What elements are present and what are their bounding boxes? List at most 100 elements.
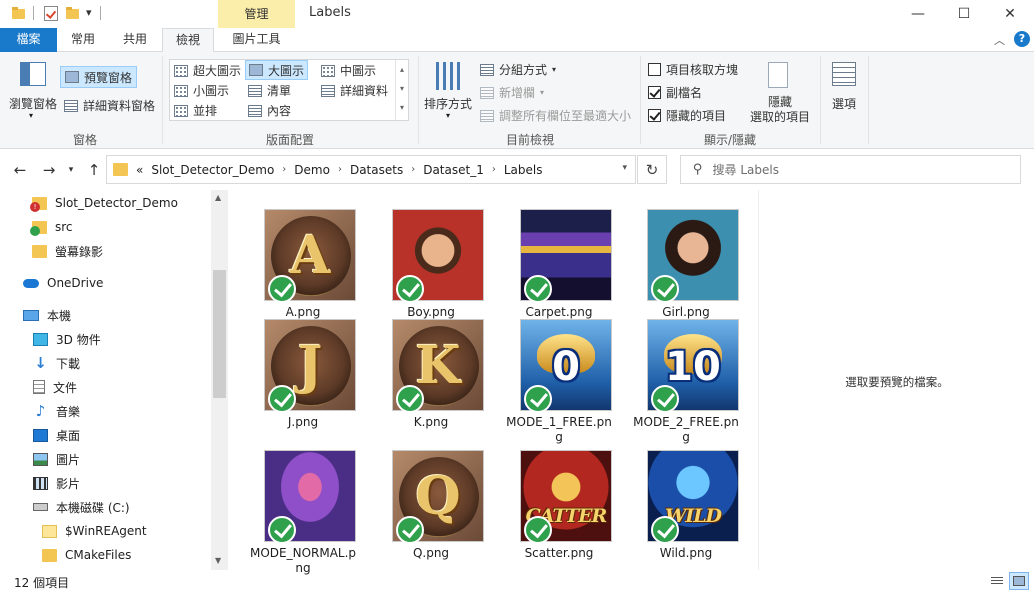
address-bar[interactable]: « Slot_Detector_Demo › Demo › Datasets ›… bbox=[106, 155, 636, 184]
file-item[interactable]: Q Q.png bbox=[376, 450, 486, 568]
status-bar: 12 個項目 bbox=[0, 570, 1034, 593]
nav-item-label: src bbox=[55, 220, 73, 234]
forward-button[interactable]: → bbox=[38, 159, 60, 181]
collapse-ribbon-icon[interactable]: ︿ bbox=[994, 32, 1005, 48]
breadcrumb-item[interactable]: Dataset_1 bbox=[423, 163, 484, 177]
file-item[interactable]: A A.png bbox=[248, 209, 358, 327]
thumbnail-number: 10 bbox=[665, 344, 721, 390]
nav-item-this-pc[interactable]: 本機 bbox=[23, 303, 71, 327]
nav-item-desktop[interactable]: 桌面 bbox=[33, 423, 80, 447]
quick-access-dropdown-icon[interactable]: ▾ bbox=[86, 6, 92, 19]
details-view-button[interactable] bbox=[987, 572, 1007, 590]
maximize-button[interactable]: ☐ bbox=[941, 0, 987, 28]
nav-item-slot-detector-demo[interactable]: ! Slot_Detector_Demo bbox=[30, 191, 178, 215]
refresh-button[interactable]: ↻ bbox=[637, 155, 667, 184]
back-button[interactable]: ← bbox=[9, 159, 31, 181]
up-button[interactable]: ↑ bbox=[83, 159, 105, 181]
breadcrumb-item[interactable]: Labels bbox=[504, 163, 543, 177]
hide-selected-items-button[interactable]: 隱藏 選取的項目 bbox=[748, 58, 812, 126]
layout-large-icons[interactable]: 大圖示 bbox=[245, 60, 309, 80]
nav-item-3d-objects[interactable]: 3D 物件 bbox=[33, 327, 101, 351]
file-item[interactable]: MODE_NORMAL.png bbox=[248, 450, 358, 575]
file-item[interactable]: CATTER Scatter.png bbox=[504, 450, 614, 568]
breadcrumb-separator-icon[interactable]: › bbox=[411, 164, 415, 175]
breadcrumb-item[interactable]: Datasets bbox=[350, 163, 403, 177]
breadcrumb-overflow[interactable]: « bbox=[136, 163, 143, 177]
close-button[interactable]: ✕ bbox=[987, 0, 1033, 28]
help-icon[interactable]: ? bbox=[1014, 31, 1030, 47]
nav-item-music[interactable]: ♪ 音樂 bbox=[33, 399, 80, 423]
file-item[interactable]: 10 MODE_2_FREE.png bbox=[631, 319, 741, 444]
nav-item-pictures[interactable]: 圖片 bbox=[33, 447, 80, 471]
tab-share[interactable]: 共用 bbox=[109, 28, 161, 52]
file-item[interactable]: Boy.png bbox=[376, 209, 486, 327]
layout-content[interactable]: 內容 bbox=[248, 102, 291, 119]
hidden-items-toggle[interactable]: 隱藏的項目 bbox=[648, 107, 726, 124]
file-name-extensions-toggle[interactable]: 副檔名 bbox=[648, 84, 702, 101]
details-pane-button[interactable]: 詳細資料窗格 bbox=[64, 97, 155, 114]
checkbox[interactable] bbox=[648, 63, 661, 76]
layout-gallery-scroll[interactable]: ▴ ▾ ▾ bbox=[395, 60, 408, 120]
add-columns-button[interactable]: 新增欄 ▾ bbox=[480, 84, 544, 101]
layout-tiles[interactable]: 並排 bbox=[174, 102, 217, 119]
tab-file[interactable]: 檔案 bbox=[0, 28, 57, 52]
nav-item-downloads[interactable]: ↓ 下載 bbox=[33, 351, 80, 375]
search-input[interactable] bbox=[712, 162, 1003, 177]
nav-item-videos[interactable]: 影片 bbox=[33, 471, 80, 495]
preview-pane-button[interactable]: 預覽窗格 bbox=[60, 66, 138, 88]
layout-extra-large-icons[interactable]: 超大圖示 bbox=[174, 62, 241, 79]
item-check-boxes-toggle[interactable]: 項目核取方塊 bbox=[648, 61, 738, 78]
layout-small-icons[interactable]: 小圖示 bbox=[174, 82, 229, 99]
group-by-button[interactable]: 分組方式 ▾ bbox=[480, 61, 556, 78]
nav-item-screen-recordings[interactable]: 螢幕錄影 bbox=[32, 239, 103, 263]
divider bbox=[100, 6, 101, 20]
file-item[interactable]: Girl.png bbox=[631, 209, 741, 327]
size-all-columns-button[interactable]: 調整所有欄位至最適大小 bbox=[480, 107, 631, 124]
breadcrumb-separator-icon[interactable]: › bbox=[282, 164, 286, 175]
list-icon bbox=[248, 84, 262, 97]
breadcrumb-item[interactable]: Demo bbox=[294, 163, 330, 177]
search-box[interactable]: ⚲ bbox=[680, 155, 1021, 184]
nav-item-local-disk-c[interactable]: 本機磁碟 (C:) bbox=[33, 495, 130, 519]
navigation-pane-button[interactable]: 瀏覽窗格 ▾ bbox=[9, 58, 57, 126]
sort-by-button[interactable]: 排序方式 ▾ bbox=[424, 58, 474, 126]
new-folder-icon[interactable] bbox=[66, 7, 79, 19]
address-dropdown-chevron-icon[interactable]: ▾ bbox=[622, 163, 627, 173]
checkbox[interactable] bbox=[648, 109, 661, 122]
file-item[interactable]: WILD Wild.png bbox=[631, 450, 741, 568]
file-item[interactable]: K K.png bbox=[376, 319, 486, 437]
nav-item-label: Slot_Detector_Demo bbox=[55, 196, 178, 210]
nav-item-onedrive[interactable]: OneDrive bbox=[23, 271, 103, 295]
layout-item-label: 小圖示 bbox=[193, 84, 230, 98]
properties-icon[interactable] bbox=[44, 6, 58, 21]
breadcrumb-item[interactable]: Slot_Detector_Demo bbox=[151, 163, 274, 177]
file-item[interactable]: Carpet.png bbox=[504, 209, 614, 327]
breadcrumb-separator-icon[interactable]: › bbox=[338, 164, 342, 175]
layout-details[interactable]: 詳細資料 bbox=[321, 82, 388, 99]
tab-home[interactable]: 常用 bbox=[57, 28, 109, 52]
scroll-down-icon[interactable]: ▼ bbox=[215, 556, 221, 565]
tab-picture-tools[interactable]: 圖片工具 bbox=[218, 28, 295, 52]
checkbox[interactable] bbox=[648, 86, 661, 99]
scroll-up-icon[interactable]: ▲ bbox=[215, 193, 221, 202]
layout-list[interactable]: 清單 bbox=[248, 82, 291, 99]
file-item[interactable]: 0 MODE_1_FREE.png bbox=[504, 319, 614, 444]
options-icon bbox=[832, 62, 856, 86]
options-button[interactable]: 選項 bbox=[824, 58, 864, 126]
file-item[interactable]: J J.png bbox=[248, 319, 358, 437]
large-icons-view-button[interactable] bbox=[1009, 572, 1029, 590]
navigation-scrollbar[interactable]: ▲ ▼ bbox=[211, 190, 228, 570]
sync-status-check-icon bbox=[396, 516, 424, 544]
nav-item-src[interactable]: src bbox=[30, 215, 73, 239]
breadcrumb-separator-icon[interactable]: › bbox=[492, 164, 496, 175]
recent-locations-chevron-icon[interactable]: ▾ bbox=[60, 159, 82, 181]
tab-view[interactable]: 檢視 bbox=[162, 28, 214, 53]
nav-item-cmakefiles[interactable]: CMakeFiles bbox=[42, 543, 131, 567]
nav-item-winreagent[interactable]: $WinREAgent bbox=[42, 519, 147, 543]
scrollbar-thumb[interactable] bbox=[213, 270, 226, 398]
nav-item-label: $WinREAgent bbox=[65, 524, 147, 538]
nav-item-documents[interactable]: 文件 bbox=[33, 375, 77, 399]
minimize-button[interactable]: — bbox=[895, 0, 941, 28]
computer-icon bbox=[23, 309, 39, 321]
layout-medium-icons[interactable]: 中圖示 bbox=[321, 62, 376, 79]
